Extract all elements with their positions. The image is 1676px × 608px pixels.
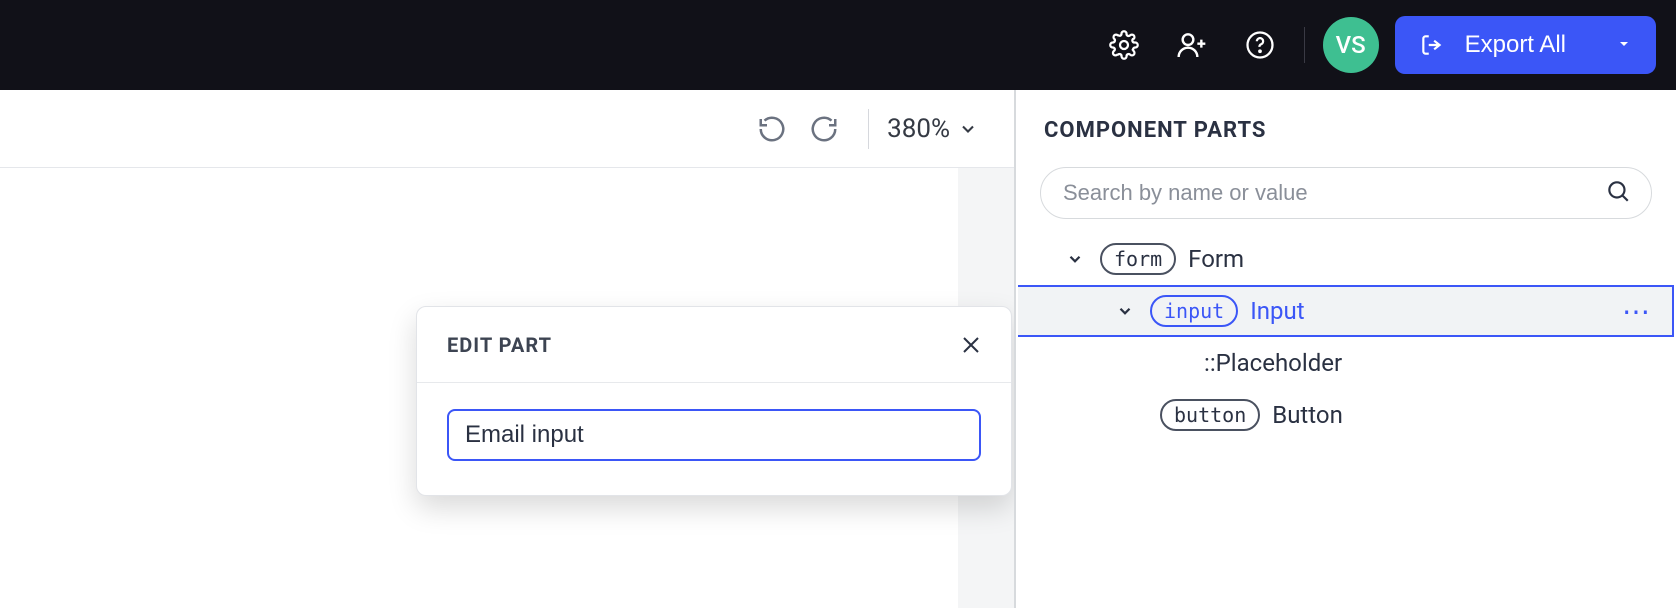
undo-button[interactable] <box>752 109 792 149</box>
search-field[interactable] <box>1040 167 1652 219</box>
side-panel: COMPONENT PARTS form Form input Input ⋯ … <box>1014 90 1676 608</box>
tree-row-input[interactable]: input Input ⋯ <box>1018 285 1674 337</box>
caret-down-icon <box>1616 31 1632 59</box>
panel-title: COMPONENT PARTS <box>1016 90 1676 143</box>
help-icon[interactable] <box>1236 21 1284 69</box>
app-header: VS Export All <box>0 0 1676 90</box>
popover-header: EDIT PART <box>417 307 1011 383</box>
chevron-down-icon <box>958 119 978 139</box>
tree-label-form: Form <box>1188 245 1244 273</box>
tree-row-placeholder[interactable]: ::Placeholder <box>1016 337 1676 389</box>
tag-input: input <box>1150 295 1238 327</box>
popover-title: EDIT PART <box>447 333 552 357</box>
zoom-label: 380% <box>887 114 950 144</box>
tag-form: form <box>1100 243 1176 275</box>
part-name-input[interactable] <box>447 409 981 461</box>
gear-icon[interactable] <box>1100 21 1148 69</box>
tree-label-placeholder: ::Placeholder <box>1204 349 1342 377</box>
search-input[interactable] <box>1061 179 1605 207</box>
tree-row-button[interactable]: button Button <box>1016 389 1676 441</box>
redo-button[interactable] <box>804 109 844 149</box>
more-icon[interactable]: ⋯ <box>1622 295 1652 328</box>
header-divider <box>1304 27 1305 63</box>
edit-part-popover: EDIT PART <box>416 306 1012 496</box>
popover-body <box>417 383 1011 495</box>
export-all-button[interactable]: Export All <box>1395 16 1656 74</box>
toolbar-divider <box>868 109 869 149</box>
tree-label-input: Input <box>1250 297 1304 325</box>
zoom-dropdown[interactable]: 380% <box>887 114 978 144</box>
export-icon <box>1419 32 1445 58</box>
canvas-toolbar: 380% <box>0 90 1014 168</box>
add-user-icon[interactable] <box>1168 21 1216 69</box>
export-label: Export All <box>1465 31 1566 59</box>
component-tree: form Form input Input ⋯ ::Placeholder bu… <box>1016 233 1676 441</box>
tree-label-button: Button <box>1272 401 1343 429</box>
tag-button: button <box>1160 399 1260 431</box>
chevron-down-icon[interactable] <box>1064 248 1086 270</box>
close-button[interactable] <box>955 329 987 361</box>
search-icon <box>1605 178 1631 208</box>
avatar[interactable]: VS <box>1323 17 1379 73</box>
tree-row-form[interactable]: form Form <box>1016 233 1676 285</box>
chevron-down-icon[interactable] <box>1114 300 1136 322</box>
